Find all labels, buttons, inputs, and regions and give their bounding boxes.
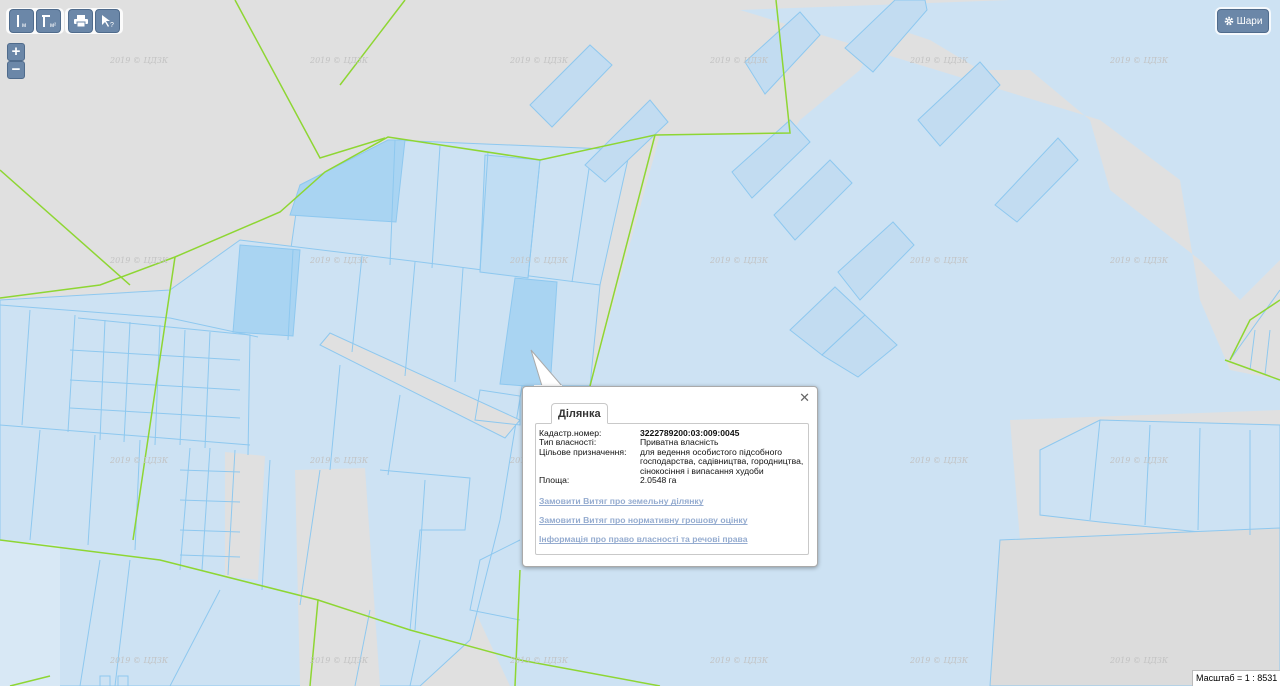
svg-text:м²: м² (50, 23, 56, 28)
printer-icon[interactable] (68, 9, 93, 33)
popup-pointer (530, 349, 564, 387)
identify-cursor-icon[interactable]: ? (95, 9, 120, 33)
parcel-highlight-2 (232, 244, 301, 337)
gray-strip-bottom (295, 468, 380, 686)
layers-button-label: Шари (1236, 15, 1263, 27)
zoom-out-button[interactable]: − (7, 61, 25, 79)
close-icon[interactable]: ✕ (799, 391, 810, 404)
bottom-right-field (989, 527, 1280, 686)
field-area: Площа: 2.0548 га (539, 475, 677, 486)
order-valuation-extract-link[interactable]: Замовити Витяг про нормативну грошову оц… (539, 515, 804, 525)
field-purpose: Цільове призначення: для ведення особист… (539, 446, 804, 476)
parcel-info-popup: ✕ Ділянка Кадастр.номер: 3222789200:03:0… (522, 386, 818, 567)
measure-area-icon[interactable]: м² (36, 9, 61, 33)
popup-body: Кадастр.номер: 3222789200:03:009:0045 Ти… (535, 423, 809, 555)
layers-button[interactable]: Шари (1217, 9, 1269, 33)
cadastral-map[interactable] (0, 0, 1280, 686)
ownership-rights-info-link[interactable]: Інформація про право власності та речові… (539, 534, 804, 544)
gray-field-left (0, 540, 60, 686)
zoom-in-button[interactable]: + (7, 43, 25, 61)
gear-icon (1224, 16, 1233, 26)
tab-parcel[interactable]: Ділянка (551, 403, 608, 424)
order-land-extract-link[interactable]: Замовити Витяг про земельну ділянку (539, 496, 804, 506)
measure-line-icon[interactable]: м (9, 9, 34, 33)
svg-text:?: ? (110, 22, 114, 28)
svg-text:м: м (22, 23, 26, 28)
map-scale: Масштаб = 1 : 8531 (1192, 670, 1280, 686)
